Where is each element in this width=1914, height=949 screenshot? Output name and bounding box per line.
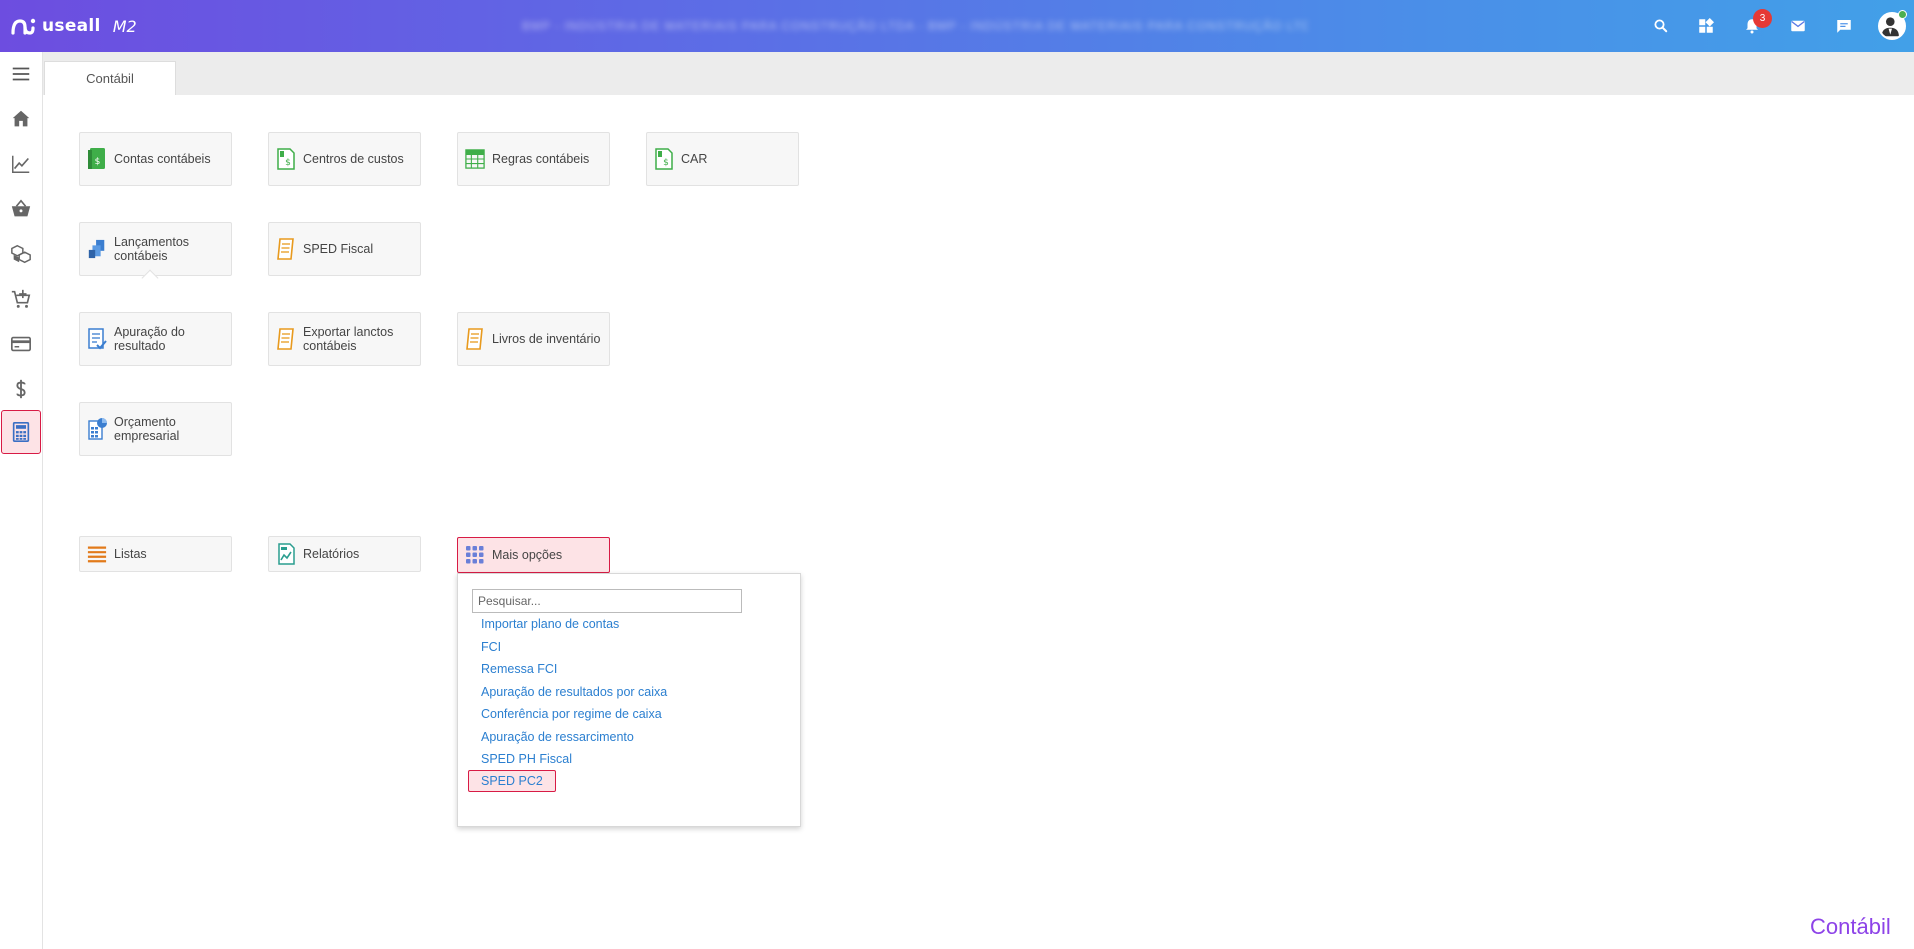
card-label: Orçamento empresarial (114, 415, 180, 443)
receipt-icon (464, 326, 486, 352)
card-label: Regras contábeis (492, 152, 590, 166)
relatorios-button[interactable]: Relatórios (268, 536, 421, 572)
useall-logo-icon (11, 18, 36, 35)
top-bar: useall M2 BMP - INDÚSTRIA DE MATERIAIS P… (0, 0, 1914, 52)
dropdown-item-remessa-fci[interactable]: Remessa FCI (481, 662, 557, 676)
cube-stack-icon (86, 236, 108, 262)
cart-add-icon[interactable] (0, 277, 42, 321)
card-apuracao-resultado[interactable]: Apuração do resultado (79, 312, 232, 366)
tab-bar: Contábil (43, 52, 1914, 95)
app-logo[interactable]: useall M2 (10, 13, 137, 39)
card-livros-inventario[interactable]: Livros de inventário (457, 312, 610, 366)
calculator-icon[interactable] (1, 410, 41, 454)
card-label: Exportar lanctos contábeis (303, 325, 394, 353)
report-chart-icon (275, 541, 297, 567)
notification-badge: 3 (1753, 9, 1772, 28)
chart-line-icon[interactable] (0, 142, 42, 186)
card-centros-de-custos[interactable]: $ Centros de custos (268, 132, 421, 186)
apps-grid-icon[interactable] (1694, 14, 1718, 38)
mais-opcoes-button[interactable]: Mais opções (457, 537, 610, 573)
money-document-icon: $ (86, 146, 108, 172)
dropdown-item-sped-ph-fiscal[interactable]: SPED PH Fiscal (481, 752, 572, 766)
dropdown-item-fci[interactable]: FCI (481, 640, 501, 654)
svg-text:$: $ (285, 158, 291, 168)
credit-card-icon[interactable] (0, 322, 42, 366)
card-label: Contas contábeis (114, 152, 211, 166)
card-label: Centros de custos (303, 152, 404, 166)
boxes-icon[interactable] (0, 232, 42, 276)
dropdown-item-sped-pc2[interactable]: SPED PC2 (468, 770, 556, 792)
card-label: CAR (681, 152, 708, 166)
search-icon[interactable] (1649, 14, 1673, 38)
receipt-icon (275, 236, 297, 262)
basket-icon[interactable] (0, 187, 42, 231)
dropdown-search-input[interactable] (472, 589, 742, 613)
spreadsheet-grid-icon (464, 146, 486, 172)
sidebar (0, 52, 43, 949)
card-label: Livros de inventário (492, 332, 601, 346)
listas-button[interactable]: Listas (79, 536, 232, 572)
checklist-icon (86, 326, 108, 352)
card-contas-contabeis[interactable]: $ Contas contábeis (79, 132, 232, 186)
mail-icon[interactable] (1786, 14, 1810, 38)
dropdown-item-apuracao-resultados-caixa[interactable]: Apuração de resultados por caixa (481, 685, 667, 699)
mais-opcoes-dropdown: Importar plano de contas FCI Remessa FCI… (457, 573, 801, 827)
tab-contabil[interactable]: Contábil (44, 61, 176, 95)
card-regras-contabeis[interactable]: Regras contábeis (457, 132, 610, 186)
home-icon[interactable] (0, 97, 42, 141)
dropdown-item-apuracao-ressarcimento[interactable]: Apuração de ressarcimento (481, 730, 634, 744)
listas-label: Listas (114, 547, 147, 561)
card-exportar-lanctos[interactable]: Exportar lanctos contábeis (268, 312, 421, 366)
mais-opcoes-label: Mais opções (492, 548, 563, 562)
card-label: SPED Fiscal (303, 242, 374, 256)
dropdown-item-conferencia-regime-caixa[interactable]: Conferência por regime de caixa (481, 707, 662, 721)
card-sped-fiscal[interactable]: SPED Fiscal (268, 222, 421, 276)
dots-grid-icon (464, 542, 486, 568)
calculator-chart-icon (86, 416, 108, 442)
logo-text: useall (42, 16, 101, 36)
online-status-indicator (1898, 10, 1907, 19)
relatorios-label: Relatórios (303, 547, 360, 561)
dropdown-item-importar-plano[interactable]: Importar plano de contas (481, 617, 619, 631)
chat-icon[interactable] (1832, 14, 1856, 38)
module-title: Contábil (1810, 914, 1891, 939)
svg-text:$: $ (663, 158, 669, 168)
money-sheet-icon: $ (275, 146, 297, 172)
logo-version: M2 (112, 16, 137, 36)
list-lines-icon (86, 541, 108, 567)
svg-text:$: $ (95, 157, 101, 167)
card-label: Lançamentos contábeis (114, 235, 190, 263)
menu-icon[interactable] (0, 52, 42, 96)
company-name: BMP - INDÚSTRIA DE MATERIAIS PARA CONSTR… (522, 19, 1308, 33)
card-car[interactable]: $ CAR (646, 132, 799, 186)
money-sheet-icon: $ (653, 146, 675, 172)
card-orcamento-empresarial[interactable]: Orçamento empresarial (79, 402, 232, 456)
dollar-icon[interactable] (0, 367, 42, 411)
receipt-icon (275, 326, 297, 352)
card-label: Apuração do resultado (114, 325, 185, 353)
card-lancamentos-contabeis[interactable]: Lançamentos contábeis (79, 222, 232, 276)
